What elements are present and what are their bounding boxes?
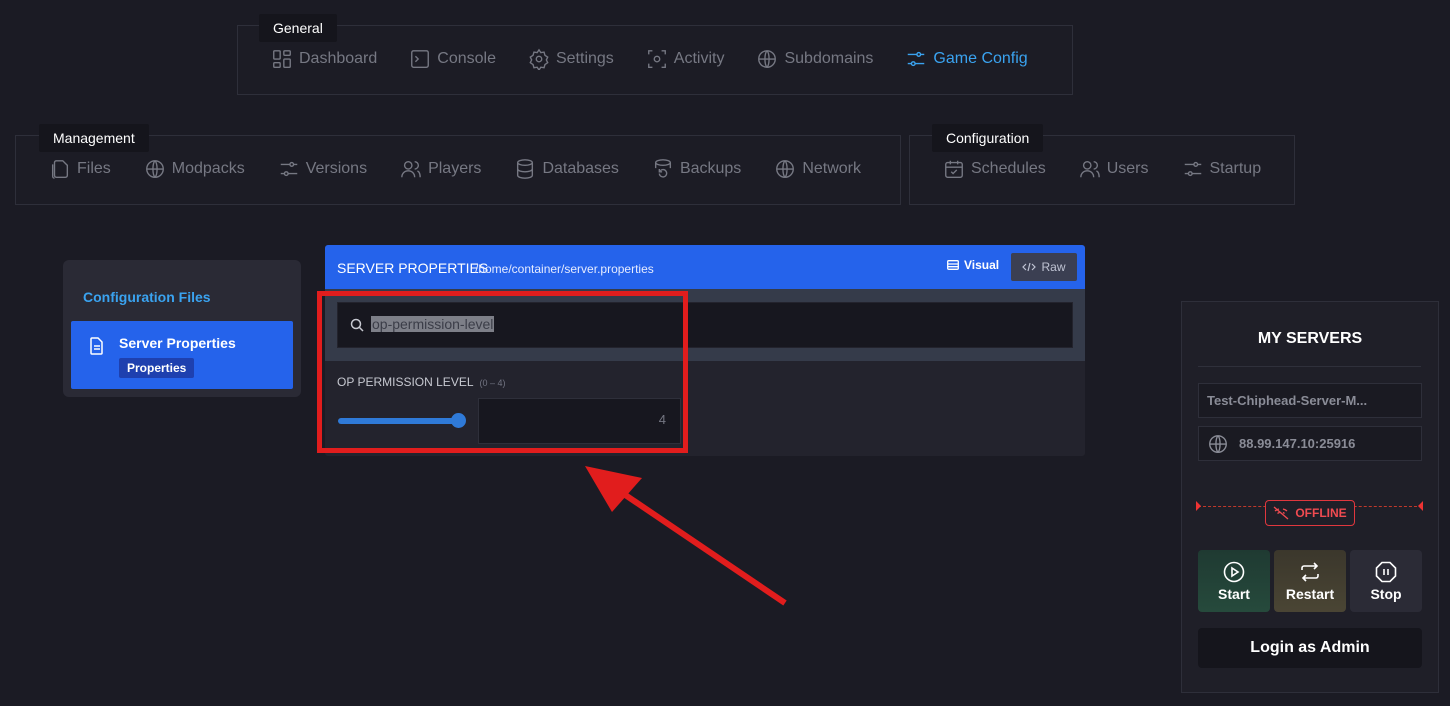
sidebar-title: Configuration Files bbox=[83, 289, 211, 305]
sidebar-file-tag: Properties bbox=[119, 358, 195, 378]
nav-users[interactable]: Users bbox=[1079, 158, 1149, 180]
editor-title: SERVER PROPERTIES bbox=[337, 260, 489, 276]
nav-settings[interactable]: Settings bbox=[528, 48, 614, 70]
code-icon bbox=[1022, 262, 1037, 272]
nav-network[interactable]: Network bbox=[774, 158, 861, 180]
configuration-group-label: Configuration bbox=[932, 124, 1044, 152]
activity-icon bbox=[647, 50, 666, 68]
editor-header: SERVER PROPERTIES /home/container/server… bbox=[325, 245, 1085, 289]
nav-versions[interactable]: Versions bbox=[278, 158, 367, 180]
annotation-arrow-icon bbox=[585, 466, 787, 606]
gear-icon bbox=[529, 48, 549, 70]
nav-files-label: Files bbox=[77, 160, 111, 177]
config-files-sidebar: Configuration Files Server Properties Pr… bbox=[63, 260, 301, 397]
nav-players-label: Players bbox=[428, 160, 482, 177]
nav-modpacks-label: Modpacks bbox=[171, 160, 245, 177]
wifi-off-icon bbox=[1273, 506, 1289, 520]
nav-versions-label: Versions bbox=[305, 160, 368, 177]
visual-mode-button[interactable]: Visual bbox=[947, 258, 999, 272]
play-icon bbox=[1223, 561, 1245, 582]
nav-modpacks[interactable]: Modpacks bbox=[144, 158, 245, 180]
database-icon bbox=[517, 159, 534, 179]
dashboard-icon bbox=[273, 50, 291, 68]
nav-dashboard-label: Dashboard bbox=[299, 50, 378, 67]
server-name-field[interactable]: Test-Chiphead-Server-M... bbox=[1198, 383, 1422, 418]
raw-mode-button[interactable]: Raw bbox=[1011, 253, 1077, 281]
nav-console[interactable]: Console bbox=[409, 48, 496, 70]
users-icon bbox=[401, 160, 421, 178]
editor-path: /home/container/server.properties bbox=[475, 262, 654, 276]
server-name: Test-Chiphead-Server-M... bbox=[1207, 393, 1368, 408]
status-line-cap-right bbox=[1418, 501, 1423, 511]
management-nav-group: Management Files Modpacks Versions Playe… bbox=[15, 124, 901, 205]
general-group-label: General bbox=[259, 14, 337, 42]
document-icon bbox=[90, 337, 103, 355]
login-as-admin-button[interactable]: Login as Admin bbox=[1198, 628, 1422, 668]
nav-schedules-label: Schedules bbox=[971, 160, 1046, 177]
files-icon bbox=[51, 160, 69, 179]
nav-subdomains-label: Subdomains bbox=[784, 50, 874, 67]
sliders-icon bbox=[1184, 161, 1201, 177]
globe-icon bbox=[145, 160, 164, 178]
restart-label: Restart bbox=[1285, 585, 1335, 602]
annotation-highlight-box bbox=[317, 291, 688, 453]
users-icon bbox=[1079, 160, 1100, 178]
calendar-icon bbox=[945, 160, 963, 178]
globe-icon bbox=[758, 50, 777, 68]
nav-startup-label: Startup bbox=[1209, 160, 1262, 177]
nav-console-label: Console bbox=[437, 50, 496, 67]
my-servers-title: MY SERVERS bbox=[1257, 330, 1363, 347]
nav-schedules[interactable]: Schedules bbox=[943, 158, 1046, 180]
sidebar-file-name: Server Properties bbox=[119, 335, 236, 351]
stop-label: Stop bbox=[1370, 585, 1402, 602]
nav-databases[interactable]: Databases bbox=[514, 158, 619, 180]
my-servers-panel: MY SERVERS Test-Chiphead-Server-M... 88.… bbox=[1181, 301, 1439, 693]
nav-users-label: Users bbox=[1106, 160, 1149, 177]
sidebar-file-server-properties[interactable]: Server Properties Properties bbox=[71, 321, 293, 389]
nav-activity[interactable]: Activity bbox=[646, 48, 725, 70]
console-icon bbox=[411, 50, 430, 68]
globe-icon bbox=[1209, 434, 1227, 453]
nav-backups[interactable]: Backups bbox=[652, 158, 741, 180]
server-address: 88.99.147.10:25916 bbox=[1239, 436, 1356, 451]
stop-icon bbox=[1375, 561, 1397, 582]
visual-mode-label: Visual bbox=[964, 258, 1000, 272]
nav-players[interactable]: Players bbox=[400, 158, 481, 180]
server-address-field[interactable]: 88.99.147.10:25916 bbox=[1198, 426, 1422, 461]
nav-activity-label: Activity bbox=[673, 50, 725, 67]
stop-button[interactable]: Stop bbox=[1350, 550, 1422, 612]
nav-startup[interactable]: Startup bbox=[1182, 158, 1262, 180]
start-label: Start bbox=[1218, 585, 1250, 602]
divider bbox=[1198, 366, 1421, 367]
repeat-icon bbox=[1301, 561, 1319, 582]
start-button[interactable]: Start bbox=[1198, 550, 1270, 612]
nav-dashboard[interactable]: Dashboard bbox=[271, 48, 377, 70]
management-group-label: Management bbox=[39, 124, 149, 152]
nav-settings-label: Settings bbox=[555, 50, 614, 67]
configuration-nav-group: Configuration Schedules Users Startup bbox=[909, 124, 1295, 205]
globe-icon bbox=[776, 160, 795, 178]
nav-network-label: Network bbox=[802, 160, 861, 177]
status-line-cap-left bbox=[1196, 501, 1201, 511]
general-nav-group: General Dashboard Console Settings Activ… bbox=[237, 14, 1073, 95]
status-text: OFFLINE bbox=[1295, 506, 1347, 520]
nav-game-config-label: Game Config bbox=[933, 50, 1028, 67]
sliders-icon bbox=[908, 51, 925, 67]
nav-files[interactable]: Files bbox=[49, 158, 111, 180]
restart-button[interactable]: Restart bbox=[1274, 550, 1346, 612]
status-badge: OFFLINE bbox=[1265, 500, 1355, 526]
nav-subdomains[interactable]: Subdomains bbox=[756, 48, 873, 70]
raw-mode-label: Raw bbox=[1041, 260, 1066, 274]
nav-databases-label: Databases bbox=[542, 160, 619, 177]
backup-icon bbox=[654, 159, 671, 178]
sliders-icon bbox=[280, 161, 297, 177]
nav-game-config[interactable]: Game Config bbox=[905, 48, 1028, 70]
nav-backups-label: Backups bbox=[679, 160, 742, 177]
table-icon bbox=[947, 260, 959, 270]
